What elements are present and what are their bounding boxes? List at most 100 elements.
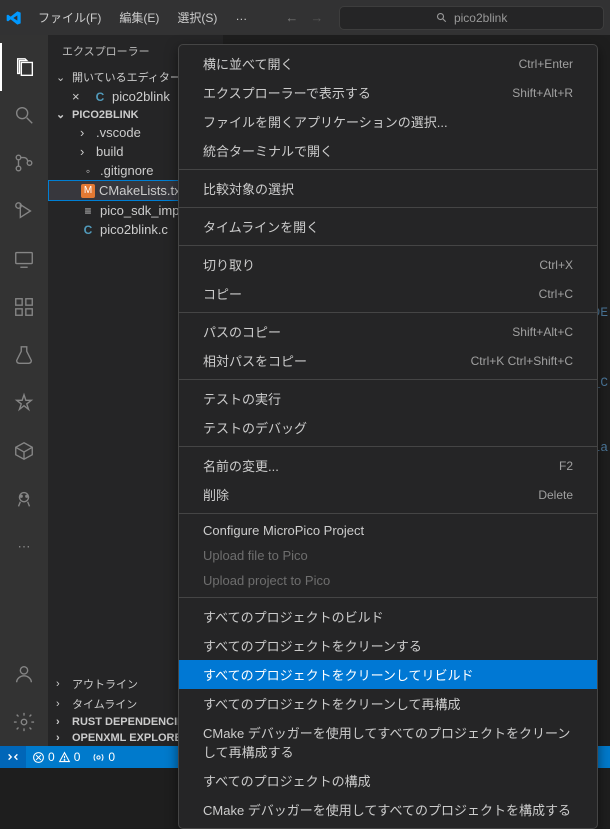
context-menu-label: Upload file to Pico: [203, 548, 308, 563]
warning-icon: [58, 751, 71, 764]
activity-auto-icon[interactable]: [0, 379, 48, 427]
context-menu-separator: [179, 245, 597, 246]
search-text: pico2blink: [454, 11, 507, 25]
chevron-right-icon: ›: [56, 716, 68, 728]
context-menu-item[interactable]: テストのデバッグ: [179, 413, 597, 442]
menu-selection[interactable]: 選択(S): [169, 5, 225, 30]
status-ports[interactable]: 0: [86, 750, 121, 764]
context-menu-item[interactable]: Configure MicroPico Project: [179, 518, 597, 543]
context-menu-item[interactable]: すべてのプロジェクトの構成: [179, 766, 597, 795]
context-menu-item[interactable]: すべてのプロジェクトをクリーンしてリビルド: [179, 660, 597, 689]
context-menu-label: 切り取り: [203, 255, 255, 274]
context-menu-label: Configure MicroPico Project: [203, 523, 364, 538]
gitignore-icon: ◦: [80, 164, 96, 178]
close-icon[interactable]: ×: [72, 89, 88, 104]
context-menu-label: テストのデバッグ: [203, 418, 307, 437]
error-icon: [32, 751, 45, 764]
activity-scm-icon[interactable]: [0, 139, 48, 187]
context-menu: 横に並べて開く Ctrl+Enter エクスプローラーで表示する Shift+Alt+…: [178, 44, 598, 829]
context-menu-separator: [179, 207, 597, 208]
context-menu-label: 名前の変更...: [203, 456, 279, 475]
context-menu-label: すべてのプロジェクトをクリーンしてリビルド: [203, 665, 474, 684]
c-file-icon: C: [80, 223, 96, 237]
nav-arrows: ← →: [285, 10, 323, 25]
activity-remote-icon[interactable]: [0, 235, 48, 283]
context-menu-item[interactable]: エクスプローラーで表示する Shift+Alt+R: [179, 78, 597, 107]
context-menu-label: エクスプローラーで表示する: [203, 83, 371, 102]
command-center[interactable]: pico2blink: [339, 6, 604, 30]
context-menu-item[interactable]: コピー Ctrl+C: [179, 279, 597, 308]
chevron-right-icon: ›: [80, 144, 92, 159]
cmake-file-icon: M: [81, 184, 95, 198]
activity-test-icon[interactable]: [0, 331, 48, 379]
menu-file[interactable]: ファイル(F): [30, 5, 109, 30]
chevron-down-icon: ⌄: [56, 108, 68, 121]
context-menu-label: タイムラインを開く: [203, 217, 319, 236]
remote-indicator[interactable]: [0, 746, 26, 768]
context-menu-label: コピー: [203, 284, 242, 303]
chevron-right-icon: ›: [56, 698, 68, 710]
context-menu-item[interactable]: 切り取り Ctrl+X: [179, 250, 597, 279]
context-menu-item[interactable]: CMake デバッガーを使用してすべてのプロジェクトをクリーンして再構成する: [179, 718, 597, 766]
context-menu-item: Upload project to Pico: [179, 568, 597, 593]
context-menu-item[interactable]: すべてのプロジェクトをクリーンして再構成: [179, 689, 597, 718]
context-menu-label: 統合ターミナルで開く: [203, 141, 333, 160]
context-menu-label: CMake デバッガーを使用してすべてのプロジェクトを構成する: [203, 800, 571, 819]
context-menu-label: 横に並べて開く: [203, 54, 293, 73]
text-file-icon: ≡: [80, 204, 96, 218]
context-menu-item[interactable]: 比較対象の選択: [179, 174, 597, 203]
context-menu-label: 削除: [203, 485, 229, 504]
context-menu-separator: [179, 513, 597, 514]
menu-more[interactable]: …: [227, 5, 255, 30]
activity-explorer-icon[interactable]: [0, 43, 48, 91]
context-menu-label: テストの実行: [203, 389, 281, 408]
context-menu-separator: [179, 446, 597, 447]
context-menu-item: Upload file to Pico: [179, 543, 597, 568]
activity-package-icon[interactable]: [0, 427, 48, 475]
context-menu-item[interactable]: 相対パスをコピーCtrl+K Ctrl+Shift+C: [179, 346, 597, 375]
context-menu-item[interactable]: ファイルを開くアプリケーションの選択...: [179, 107, 597, 136]
activity-platformio-icon[interactable]: [0, 475, 48, 523]
context-menu-shortcut: Shift+Alt+C: [512, 325, 573, 339]
titlebar: ファイル(F) 編集(E) 選択(S) … ← → pico2blink: [0, 0, 610, 35]
activity-account-icon[interactable]: [0, 650, 48, 698]
search-icon: [436, 12, 448, 24]
activity-search-icon[interactable]: [0, 91, 48, 139]
context-menu-shortcut: Shift+Alt+R: [512, 86, 573, 100]
nav-forward-icon[interactable]: →: [310, 10, 323, 25]
status-errors[interactable]: 0 0: [26, 750, 86, 764]
activity-more-icon[interactable]: ⋯: [0, 523, 48, 571]
context-menu-item[interactable]: パスのコピーShift+Alt+C: [179, 317, 597, 346]
chevron-down-icon: ⌄: [56, 71, 68, 84]
context-menu-item[interactable]: テストの実行: [179, 384, 597, 413]
context-menu-item[interactable]: 名前の変更... F2: [179, 451, 597, 480]
context-menu-shortcut: Ctrl+Enter: [519, 57, 573, 71]
context-menu-item[interactable]: CMake デバッガーを使用してすべてのプロジェクトを構成する: [179, 795, 597, 824]
context-menu-item[interactable]: 削除 Delete: [179, 480, 597, 509]
context-menu-separator: [179, 597, 597, 598]
context-menu-shortcut: F2: [559, 459, 573, 473]
context-menu-shortcut: Ctrl+C: [539, 287, 573, 301]
menu-edit[interactable]: 編集(E): [111, 5, 167, 30]
context-menu-shortcut: Delete: [538, 488, 573, 502]
context-menu-shortcut: Ctrl+X: [539, 258, 573, 272]
activity-debug-icon[interactable]: [0, 187, 48, 235]
nav-back-icon[interactable]: ←: [285, 10, 298, 25]
activity-extensions-icon[interactable]: [0, 283, 48, 331]
context-menu-item[interactable]: 統合ターミナルで開く: [179, 136, 597, 165]
context-menu-separator: [179, 379, 597, 380]
radio-icon: [92, 751, 105, 764]
activity-settings-icon[interactable]: [0, 698, 48, 746]
context-menu-label: Upload project to Pico: [203, 573, 330, 588]
context-menu-label: CMake デバッガーを使用してすべてのプロジェクトをクリーンして再構成する: [203, 723, 573, 761]
chevron-right-icon: ›: [56, 678, 68, 690]
chevron-right-icon: ›: [80, 125, 92, 140]
context-menu-item[interactable]: 横に並べて開く Ctrl+Enter: [179, 49, 597, 78]
context-menu-item[interactable]: すべてのプロジェクトのビルド: [179, 602, 597, 631]
context-menu-label: ファイルを開くアプリケーションの選択...: [203, 112, 448, 131]
context-menu-item[interactable]: タイムラインを開く: [179, 212, 597, 241]
menu-bar: ファイル(F) 編集(E) 選択(S) …: [30, 5, 255, 30]
c-file-icon: C: [92, 90, 108, 104]
context-menu-label: すべてのプロジェクトのビルド: [203, 607, 384, 626]
context-menu-item[interactable]: すべてのプロジェクトをクリーンする: [179, 631, 597, 660]
